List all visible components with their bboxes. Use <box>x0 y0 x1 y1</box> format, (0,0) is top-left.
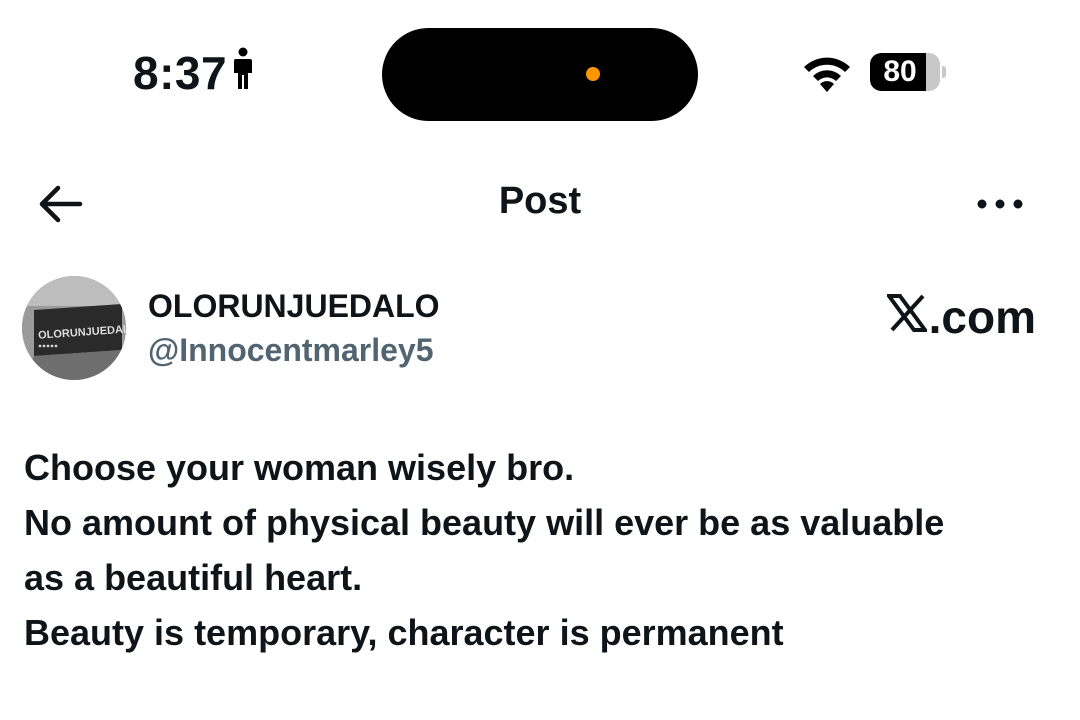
post-line: No amount of physical beauty will ever b… <box>24 502 945 543</box>
wifi-icon <box>800 54 854 99</box>
post-line: as a beautiful heart. <box>24 557 363 598</box>
battery-cap <box>942 66 946 78</box>
status-time-text: 8:37 <box>133 47 228 99</box>
battery-body: 80 <box>870 53 940 91</box>
battery-level: 80 <box>883 55 917 88</box>
post-line: Beauty is temporary, character is perman… <box>24 612 784 653</box>
privacy-indicator-dot <box>586 67 600 81</box>
person-icon <box>233 46 253 100</box>
author-handle[interactable]: @Innocentmarley5 <box>148 332 434 369</box>
more-options-button[interactable] <box>972 190 1028 218</box>
x-watermark: .com <box>884 290 1036 344</box>
dynamic-island <box>382 28 698 121</box>
avatar[interactable]: OLORUNJUEDALO <box>22 276 126 380</box>
post-text: Choose your woman wisely bro. No amount … <box>24 440 1064 660</box>
x-logo-icon <box>884 290 929 344</box>
author-name[interactable]: OLORUNJUEDALO <box>148 288 440 325</box>
page-title: Post <box>498 180 582 222</box>
ellipsis-icon <box>977 199 1023 209</box>
status-time: 8:37 <box>133 46 253 100</box>
watermark-text: .com <box>928 291 1036 343</box>
screen: 8:37 80 Post OLORUNJUEDALO OLORUNJUEDALO… <box>0 0 1080 720</box>
battery-indicator: 80 <box>870 53 946 91</box>
post-line: Choose your woman wisely bro. <box>24 447 575 488</box>
